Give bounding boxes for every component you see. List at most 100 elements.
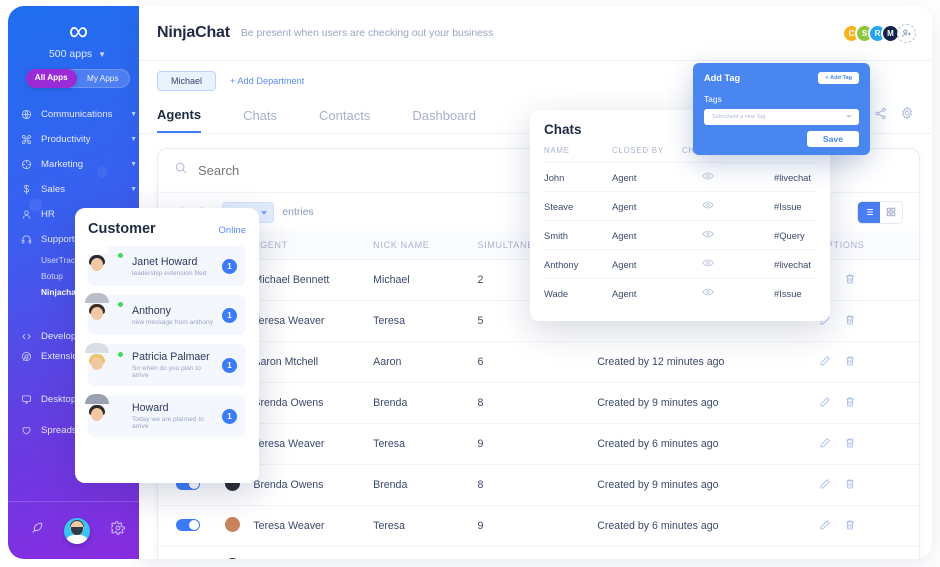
infinity-icon: ∞: [68, 16, 88, 46]
list-item[interactable]: Patricia Palmaer So when do you plan to …: [85, 343, 246, 386]
sidebar-item-sales[interactable]: Sales ▼: [8, 177, 147, 202]
eye-icon: [702, 172, 714, 180]
row-simultaneous: 9: [477, 505, 598, 547]
globe-icon: [21, 109, 41, 120]
trash-icon[interactable]: [844, 314, 856, 329]
chat-name: Wade: [544, 278, 612, 307]
list-item-text: Janet Howard leadership extension filed: [132, 256, 213, 277]
add-tag-button[interactable]: + Add Tag: [818, 72, 859, 84]
chat-tag[interactable]: #Issue: [774, 191, 816, 221]
my-apps-tab[interactable]: My Apps: [77, 70, 129, 87]
table-row[interactable]: Teresa Weaver Teresa 9 Created by 6 minu…: [158, 423, 919, 465]
chat-transcript-cell[interactable]: [682, 278, 774, 307]
add-user-icon[interactable]: [897, 23, 916, 43]
sidebar-item-communications[interactable]: Communications ▼: [8, 102, 147, 127]
tags-select[interactable]: Select/add a new Tag: [704, 109, 859, 125]
row-agent: Brenda Owens: [253, 546, 374, 559]
add-tag-header: Add Tag + Add Tag: [704, 72, 859, 84]
chat-transcript-cell[interactable]: [682, 191, 774, 221]
tab-dashboard[interactable]: Dashboard: [412, 108, 476, 132]
trash-icon[interactable]: [844, 519, 856, 534]
pencil-icon[interactable]: [819, 478, 831, 493]
tags-field-label: Tags: [704, 94, 722, 104]
chat-tag[interactable]: #Query: [774, 220, 816, 250]
app-root: ∞ 500 apps ▼ All Apps My Apps Communicat…: [0, 0, 940, 567]
col-agent: AGENT: [253, 231, 374, 260]
all-apps-tab[interactable]: All Apps: [25, 69, 77, 88]
gear-icon[interactable]: [900, 106, 914, 125]
gear-icon[interactable]: [109, 521, 125, 540]
row-agent: Teresa Weaver: [253, 505, 374, 547]
save-button[interactable]: Save: [806, 131, 859, 147]
chat-transcript-cell[interactable]: [682, 162, 774, 192]
chats-table: NAME CLOSED BY CHAT TRANSCRIPT TAGS John…: [544, 146, 816, 307]
add-department-button[interactable]: + Add Department: [230, 76, 304, 86]
search-input[interactable]: [198, 163, 498, 178]
list-item[interactable]: Janet Howard leadership extension filed …: [85, 244, 246, 286]
chat-tag[interactable]: #livechat: [774, 249, 816, 279]
trash-icon[interactable]: [844, 478, 856, 493]
table-row[interactable]: Anthony Agent #livechat: [544, 249, 816, 279]
chat-tag[interactable]: #livechat: [774, 162, 816, 192]
share-icon[interactable]: [874, 107, 887, 125]
department-chip[interactable]: Michael: [157, 71, 217, 91]
row-options: [819, 300, 919, 342]
heart-icon: [21, 425, 41, 436]
apps-count[interactable]: 500 apps ▼: [8, 48, 147, 60]
row-toggle-cell[interactable]: [158, 546, 225, 559]
table-row[interactable]: Brenda Owens Brenda 8 Created by 9 minut…: [158, 382, 919, 424]
sidebar-item-productivity[interactable]: Productivity ▼: [8, 127, 147, 152]
chat-transcript-cell[interactable]: [682, 249, 774, 279]
table-row[interactable]: John Agent #livechat: [544, 162, 816, 192]
trash-icon[interactable]: [844, 355, 856, 370]
trash-icon[interactable]: [844, 437, 856, 452]
avatar: [85, 394, 123, 429]
apps-toggle[interactable]: All Apps My Apps: [25, 69, 130, 88]
table-row[interactable]: Brenda Owens Brenda 8 Created by 9 minut…: [158, 464, 919, 506]
tab-agents[interactable]: Agents: [157, 107, 202, 133]
pencil-icon[interactable]: [819, 355, 831, 370]
avatar: [224, 558, 240, 559]
pencil-icon[interactable]: [819, 437, 831, 452]
feather-icon[interactable]: [30, 521, 44, 540]
list-item[interactable]: Anthony new message from anthony 1: [85, 293, 246, 335]
trash-icon[interactable]: [844, 273, 856, 288]
list-item-text: Howard Today we are planned to arrive: [132, 402, 213, 430]
grid-view-icon[interactable]: [880, 201, 902, 223]
list-view-icon[interactable]: [858, 201, 880, 223]
col-options: OPTIONS: [819, 231, 919, 260]
dollar-icon: [21, 184, 41, 195]
status-toggle[interactable]: [176, 518, 200, 531]
tab-contacts[interactable]: Contacts: [319, 108, 370, 132]
chat-name: Anthony: [544, 249, 612, 279]
table-row[interactable]: Steave Agent #Issue: [544, 191, 816, 221]
chat-transcript-cell[interactable]: [682, 220, 774, 250]
list-item[interactable]: Howard Today we are planned to arrive 1: [85, 394, 246, 437]
table-row[interactable]: Aaron Mtchell Aaron 6 Created by 12 minu…: [158, 341, 919, 383]
table-row[interactable]: Smith Agent #Query: [544, 220, 816, 250]
chevron-down-icon: ▼: [98, 50, 107, 59]
chat-closed-by: Agent: [612, 278, 682, 307]
pencil-icon[interactable]: [819, 519, 831, 534]
sidebar-logo[interactable]: ∞ 500 apps ▼: [8, 6, 147, 61]
row-toggle-cell[interactable]: [158, 505, 225, 547]
pencil-icon[interactable]: [819, 396, 831, 411]
add-tag-title: Add Tag: [704, 73, 741, 83]
table-row[interactable]: Brenda Owens Brenda 8 Created by 9 minut…: [158, 546, 919, 559]
chats-table-body: John Agent #livechat Steave Agent #Issue…: [544, 162, 816, 307]
list-item-text: Anthony new message from anthony: [132, 305, 213, 326]
row-created: Created by 9 minutes ago: [597, 382, 820, 424]
table-row[interactable]: Wade Agent #Issue: [544, 278, 816, 307]
sidebar-item-marketing[interactable]: Marketing ▼: [8, 152, 147, 177]
chat-tag[interactable]: #Issue: [774, 278, 816, 307]
table-row[interactable]: Teresa Weaver Teresa 9 Created by 6 minu…: [158, 505, 919, 547]
avatar[interactable]: [64, 517, 91, 544]
list-item-text: Patricia Palmaer So when do you plan to …: [132, 351, 213, 379]
trash-icon[interactable]: [844, 396, 856, 411]
tab-chats[interactable]: Chats: [243, 108, 277, 132]
target-icon: [21, 159, 41, 170]
row-nick: Teresa: [373, 423, 478, 465]
row-nick: Brenda: [373, 546, 478, 559]
row-nick: Teresa: [373, 300, 478, 342]
topbar: NinjaChat Be present when users are chec…: [139, 6, 932, 61]
